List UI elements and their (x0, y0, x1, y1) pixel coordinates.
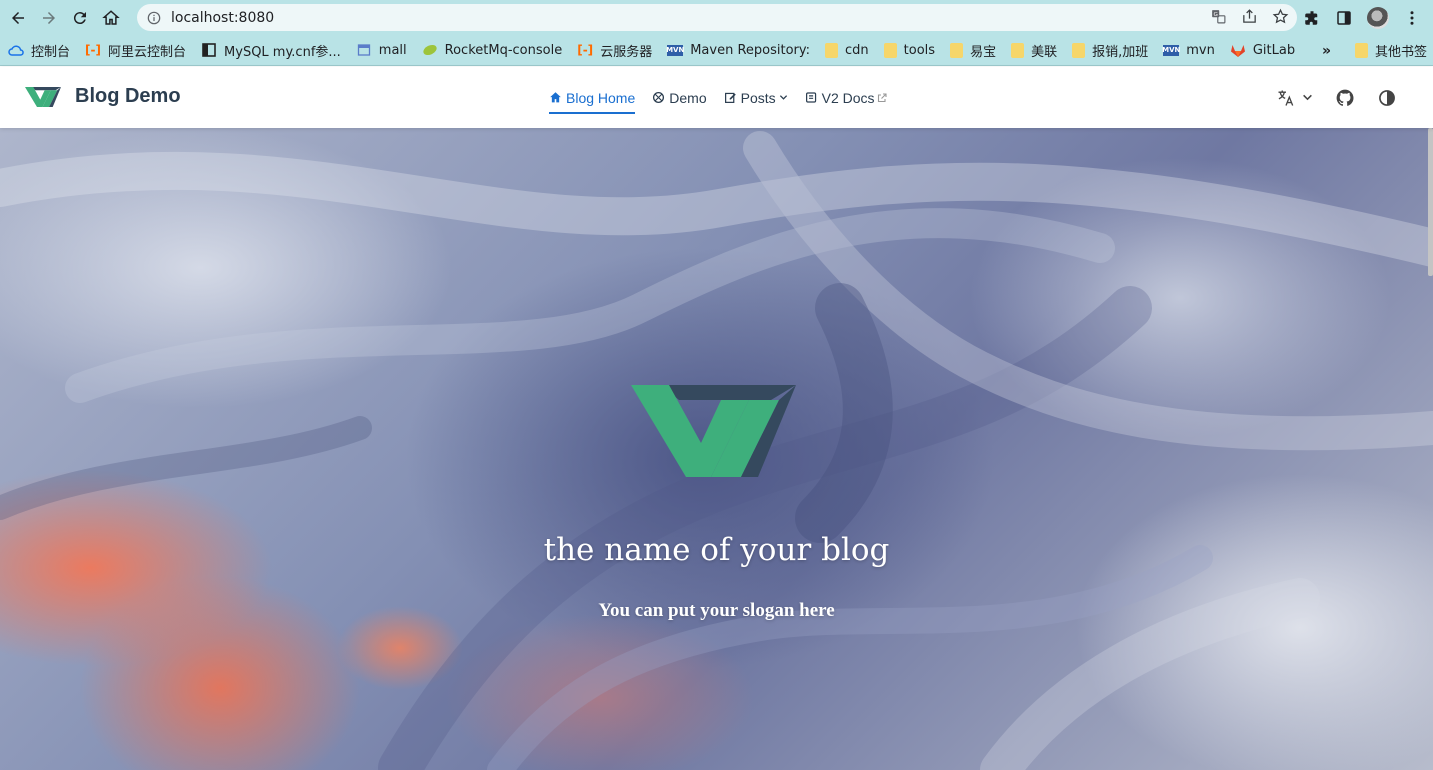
bookmark-folder[interactable]: 美联 (1011, 41, 1057, 60)
cloud-icon (8, 42, 24, 58)
nav-demo[interactable]: Demo (652, 67, 707, 128)
page-scrollbar[interactable] (1428, 128, 1433, 276)
reload-icon (73, 11, 86, 24)
leaf-icon (422, 42, 438, 58)
other-bookmarks-folder[interactable]: 其他书签 (1355, 35, 1427, 66)
docs-icon (805, 92, 816, 103)
profile-avatar[interactable] (1367, 6, 1389, 29)
bookmark-folder[interactable]: 报销,加班 (1072, 41, 1148, 60)
mvn-icon: MVN (666, 44, 685, 56)
site-navbar: Blog Demo Blog Home Demo Posts V2 Docs (0, 67, 1433, 128)
browser-toolbar: localhost:8080 G (0, 0, 1433, 35)
aliyun-icon: [-] (85, 43, 101, 57)
mvn-icon: MVN (1162, 44, 1181, 56)
bookmark-item[interactable]: GitLab (1230, 42, 1295, 58)
github-icon[interactable] (1335, 88, 1355, 108)
arrow-left-icon (12, 11, 24, 24)
vuepress-hope-logo (25, 86, 61, 107)
nav-posts-dropdown[interactable]: Posts (724, 67, 788, 128)
folder-icon (950, 42, 964, 58)
sidepanel-icon[interactable] (1335, 9, 1353, 27)
address-bar[interactable]: localhost:8080 G (137, 4, 1297, 31)
bookmarks-bar: 控制台 [-] 阿里云控制台 MySQL my.cnf参... mall Roc… (0, 35, 1433, 66)
home-icon (550, 92, 561, 103)
back-button[interactable] (5, 5, 31, 31)
extensions-icon[interactable] (1303, 9, 1321, 27)
hero-title: the name of your blog (543, 532, 890, 568)
hero-logo (631, 385, 796, 477)
bookmark-item[interactable]: [-] 阿里云控制台 (85, 41, 186, 60)
info-icon[interactable] (147, 11, 161, 25)
site-name: Blog Demo (75, 85, 181, 107)
reload-button[interactable] (67, 5, 93, 31)
svg-text:G: G (1214, 12, 1218, 18)
bookmark-item[interactable]: RocketMq-console (422, 42, 562, 58)
hero-banner: the name of your blog You can put your s… (0, 128, 1433, 770)
chevron-down-icon (1303, 94, 1312, 101)
demo-icon (653, 91, 665, 104)
theme-toggle-icon[interactable] (1377, 88, 1397, 108)
page-icon (356, 42, 372, 58)
bookmark-item[interactable]: [-] 云服务器 (577, 41, 652, 60)
bookmark-folder[interactable]: tools (883, 42, 935, 58)
bookmark-item[interactable]: MySQL my.cnf参... (201, 41, 341, 60)
forward-button[interactable] (36, 5, 62, 31)
star-icon[interactable] (1272, 8, 1289, 25)
folder-icon (1072, 42, 1086, 58)
nav-blog-home[interactable]: Blog Home (549, 67, 636, 128)
translate-icon (1278, 90, 1294, 106)
url-text[interactable]: localhost:8080 (171, 10, 274, 26)
bookmark-folder[interactable]: cdn (825, 42, 869, 58)
bookmark-item[interactable]: mall (356, 42, 407, 58)
home-icon (102, 9, 120, 25)
bookmark-item[interactable]: MVN mvn (1162, 43, 1215, 58)
translate-icon[interactable]: G (1210, 8, 1227, 25)
external-link-icon (877, 92, 887, 102)
mysql-icon (201, 42, 217, 58)
home-button[interactable] (98, 5, 124, 31)
folder-icon (1355, 43, 1368, 58)
bookmark-item[interactable]: MVN Maven Repository: (666, 43, 810, 58)
folder-icon (883, 42, 897, 58)
hero-slogan: You can put your slogan here (598, 600, 835, 621)
gitlab-icon (1230, 42, 1246, 58)
bookmark-item[interactable]: 控制台 (8, 41, 70, 60)
nav-v2-docs[interactable]: V2 Docs (805, 67, 887, 128)
bookmarks-overflow-button[interactable]: » (1322, 35, 1331, 66)
arrow-right-icon (43, 11, 55, 24)
aliyun-icon: [-] (577, 43, 594, 57)
main-nav: Blog Home Demo Posts V2 Docs (549, 67, 904, 128)
folder-icon (825, 42, 839, 58)
folder-icon (1011, 42, 1025, 58)
menu-kebab-icon[interactable] (1403, 9, 1421, 27)
edit-icon (724, 92, 736, 103)
bookmark-folder[interactable]: 易宝 (950, 41, 996, 60)
site-brand[interactable]: Blog Demo (25, 85, 181, 108)
navbar-tools (1276, 67, 1397, 128)
chevron-down-icon (779, 95, 787, 100)
language-switcher[interactable] (1276, 88, 1313, 108)
share-icon[interactable] (1241, 8, 1258, 25)
